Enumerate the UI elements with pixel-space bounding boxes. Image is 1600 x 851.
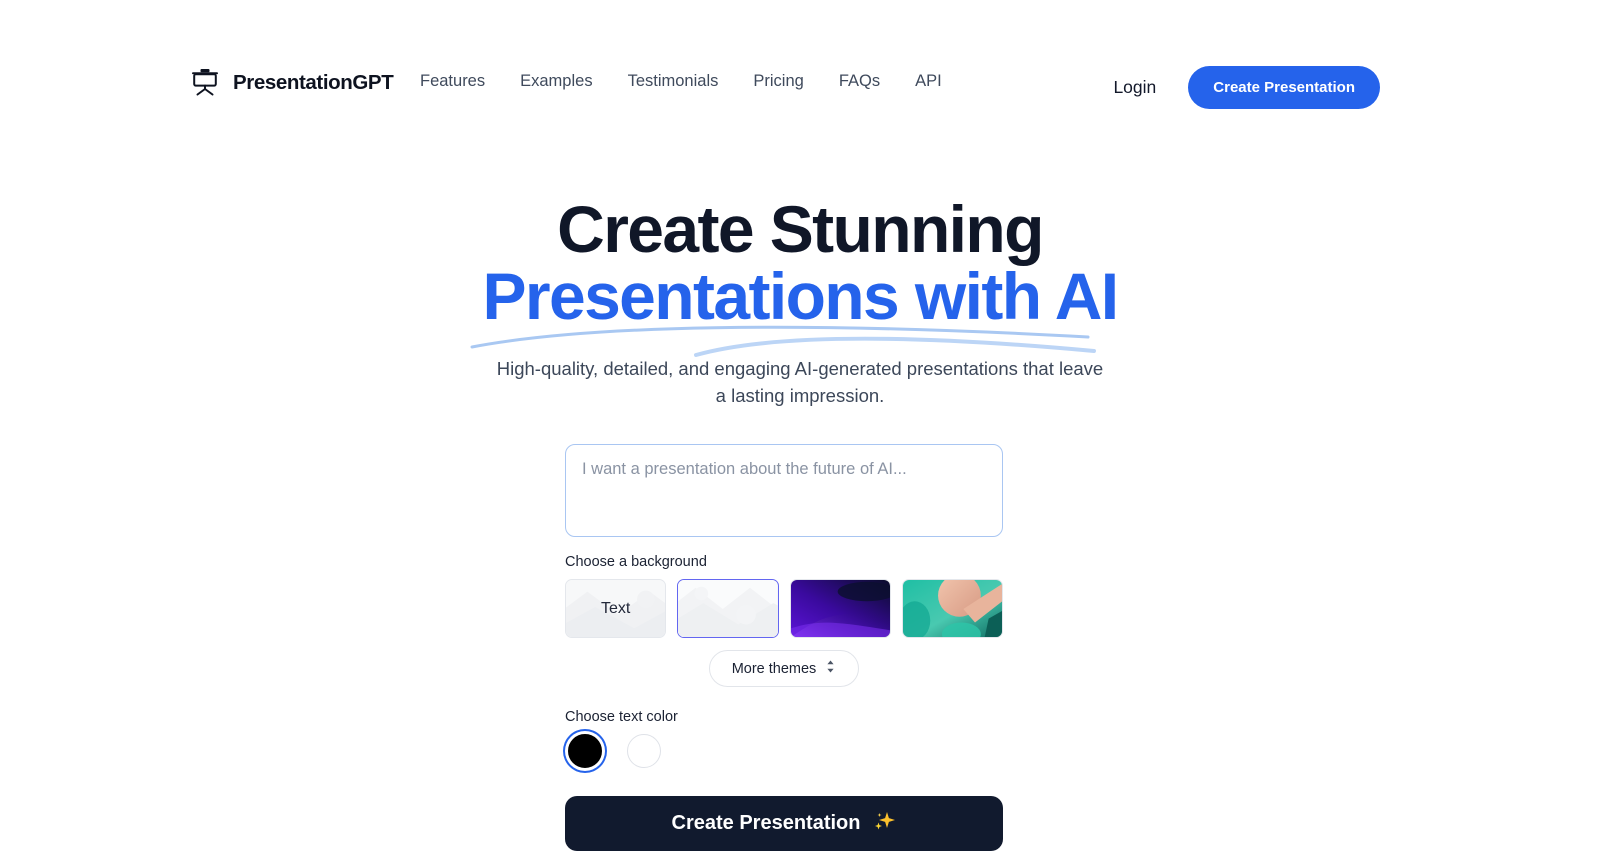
hero-section: Create Stunning Presentations with AI Hi… (0, 195, 1600, 410)
brand-logo[interactable]: PresentationGPT (188, 66, 394, 100)
login-link[interactable]: Login (1113, 77, 1156, 98)
text-color-swatch-black[interactable] (568, 734, 602, 768)
theme-option-text-label: Text (600, 599, 631, 617)
page-title: Create Stunning Presentations with AI (0, 195, 1600, 358)
nav-item-features[interactable]: Features (420, 72, 520, 91)
nav-item-examples[interactable]: Examples (520, 72, 627, 91)
background-theme-list: Text (565, 579, 1003, 638)
more-themes-label: More themes (731, 660, 817, 677)
nav-item-pricing[interactable]: Pricing (753, 72, 838, 91)
nav-item-faqs[interactable]: FAQs (839, 72, 915, 91)
theme-option-teal-peach[interactable] (901, 579, 1003, 638)
theme-option-text[interactable]: Text (565, 579, 667, 638)
header-actions: Login Create Presentation (1113, 66, 1380, 109)
text-color-label: Choose text color (565, 709, 678, 725)
nav-item-testimonials[interactable]: Testimonials (628, 72, 754, 91)
presentation-form: Choose a background Text (565, 444, 1003, 851)
chevron-up-down-icon (825, 659, 836, 678)
more-themes-button[interactable]: More themes (708, 650, 860, 687)
theme-option-light-pattern[interactable] (677, 579, 779, 638)
presentation-board-icon (188, 66, 222, 100)
main-nav: Features Examples Testimonials Pricing F… (420, 72, 977, 91)
create-presentation-submit-button[interactable]: Create Presentation (565, 796, 1003, 851)
site-header: PresentationGPT Features Examples Testim… (0, 0, 1600, 140)
sparkles-icon (872, 809, 896, 839)
text-color-list (565, 734, 1003, 768)
create-presentation-submit-label: Create Presentation (671, 812, 861, 834)
purple-gradient-graphic (790, 580, 890, 637)
more-themes-row: More themes (565, 650, 1003, 687)
theme-option-purple-gradient[interactable] (789, 579, 891, 638)
hero-subtitle: High-quality, detailed, and engaging AI-… (496, 357, 1104, 407)
hero-title-line-1: Create Stunning (557, 192, 1044, 266)
prompt-input[interactable] (565, 444, 1003, 537)
hero-title-line-2-text: Presentations with AI (482, 259, 1119, 334)
light-pattern-graphic-2 (678, 580, 778, 637)
teal-peach-graphic (902, 580, 1002, 637)
header-create-presentation-button[interactable]: Create Presentation (1188, 66, 1380, 109)
hero-title-line-2: Presentations with AI (470, 263, 1119, 358)
background-label: Choose a background (565, 554, 707, 570)
brand-name: PresentationGPT (233, 71, 394, 94)
nav-item-api[interactable]: API (915, 72, 977, 91)
text-color-swatch-white[interactable] (627, 734, 661, 768)
